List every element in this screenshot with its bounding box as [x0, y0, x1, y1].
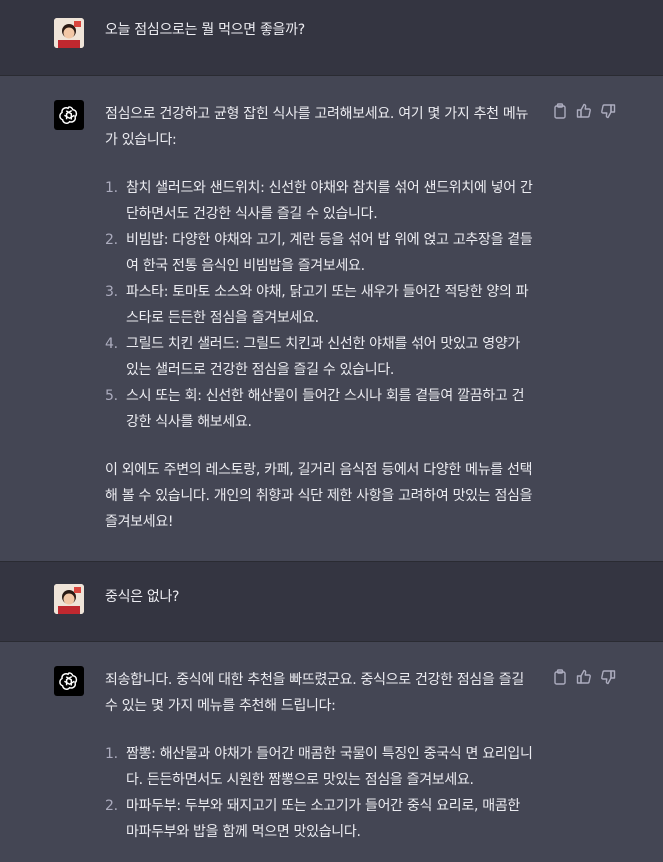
user-turn-2: 중식은 없나?: [0, 562, 663, 642]
list-item: 2. 비빔밥: 다양한 야채와 고기, 계란 등을 섞어 밥 위에 얹고 고추장을…: [105, 227, 533, 279]
recommendation-list: 1. 참치 샐러드와 샌드위치: 신선한 야채와 참치를 섞어 샌드위치에 넣어 …: [105, 175, 533, 435]
user-avatar: [54, 584, 84, 614]
user-turn-1: 오늘 점심으로는 뭘 먹으면 좋을까?: [0, 0, 663, 76]
list-item: 4. 그릴드 치킨 샐러드: 그릴드 치킨과 신선한 야채를 섞어 맛있고 영양가…: [105, 331, 533, 383]
list-item-text: 비빔밥: 다양한 야채와 고기, 계란 등을 섞어 밥 위에 얹고 고추장을 곁…: [126, 232, 533, 274]
message-paragraph: 이 외에도 주변의 레스토랑, 카페, 길거리 음식점 등에서 다양한 메뉴를 …: [105, 462, 533, 530]
chatgpt-logo-icon: [54, 100, 84, 130]
thumbs-up-icon[interactable]: [575, 102, 593, 120]
list-item: 2. 마파두부: 두부와 돼지고기 또는 소고기가 들어간 중식 요리로, 매콤한…: [105, 793, 533, 845]
assistant-message: 죄송합니다. 중식에 대한 추천을 빠뜨렸군요. 중식으로 건강한 점심을 즐길…: [105, 667, 533, 845]
assistant-turn-1: 점심으로 건강하고 균형 잡힌 식사를 고려해보세요. 여기 몇 가지 추천 메…: [0, 76, 663, 562]
chatgpt-logo-icon: [54, 666, 84, 696]
user-message: 중식은 없나?: [105, 589, 180, 605]
user-message: 오늘 점심으로는 뭘 먹으면 좋을까?: [105, 22, 305, 38]
list-item-text: 마파두부: 두부와 돼지고기 또는 소고기가 들어간 중식 요리로, 매콤한 마…: [126, 798, 521, 840]
list-number: 4.: [105, 336, 118, 352]
recommendation-list: 1. 짬뽕: 해산물과 야채가 들어간 매콤한 국물이 특징인 중국식 면 요리입…: [105, 741, 533, 845]
list-number: 2.: [105, 798, 118, 814]
list-number: 5.: [105, 388, 118, 404]
list-item-text: 그릴드 치킨 샐러드: 그릴드 치킨과 신선한 야채를 섞어 맛있고 영양가 있…: [126, 336, 521, 378]
message-paragraph: 죄송합니다. 중식에 대한 추천을 빠뜨렸군요. 중식으로 건강한 점심을 즐길…: [105, 672, 524, 714]
list-item: 1. 짬뽕: 해산물과 야채가 들어간 매콤한 국물이 특징인 중국식 면 요리입…: [105, 741, 533, 793]
list-item: 3. 파스타: 토마토 소스와 야채, 닭고기 또는 새우가 들어간 적당한 양의…: [105, 279, 533, 331]
list-item-text: 참치 샐러드와 샌드위치: 신선한 야채와 참치를 섞어 샌드위치에 넣어 간단…: [126, 180, 533, 222]
assistant-turn-2: 죄송합니다. 중식에 대한 추천을 빠뜨렸군요. 중식으로 건강한 점심을 즐길…: [0, 642, 663, 862]
list-item: 5. 스시 또는 회: 신선한 해산물이 들어간 스시나 회를 곁들여 깔끔하고 …: [105, 383, 533, 435]
copy-icon[interactable]: [551, 102, 569, 120]
assistant-message: 점심으로 건강하고 균형 잡힌 식사를 고려해보세요. 여기 몇 가지 추천 메…: [105, 101, 533, 535]
list-item-text: 파스타: 토마토 소스와 야채, 닭고기 또는 새우가 들어간 적당한 양의 파…: [126, 284, 529, 326]
list-item: 1. 참치 샐러드와 샌드위치: 신선한 야채와 참치를 섞어 샌드위치에 넣어 …: [105, 175, 533, 227]
list-number: 1.: [105, 180, 118, 196]
message-actions: [551, 668, 617, 686]
list-item-text: 스시 또는 회: 신선한 해산물이 들어간 스시나 회를 곁들여 깔끔하고 건강…: [126, 388, 525, 430]
list-number: 3.: [105, 284, 118, 300]
thumbs-down-icon[interactable]: [599, 668, 617, 686]
message-paragraph: 점심으로 건강하고 균형 잡힌 식사를 고려해보세요. 여기 몇 가지 추천 메…: [105, 106, 529, 148]
message-actions: [551, 102, 617, 120]
thumbs-down-icon[interactable]: [599, 102, 617, 120]
list-number: 2.: [105, 232, 118, 248]
user-avatar: [54, 18, 84, 48]
copy-icon[interactable]: [551, 668, 569, 686]
conversation: 오늘 점심으로는 뭘 먹으면 좋을까? 점심으로 건강하고 균형 잡힌 식사를 …: [0, 0, 663, 862]
list-item-text: 짬뽕: 해산물과 야채가 들어간 매콤한 국물이 특징인 중국식 면 요리입니다…: [126, 746, 533, 788]
list-number: 1.: [105, 746, 118, 762]
thumbs-up-icon[interactable]: [575, 668, 593, 686]
